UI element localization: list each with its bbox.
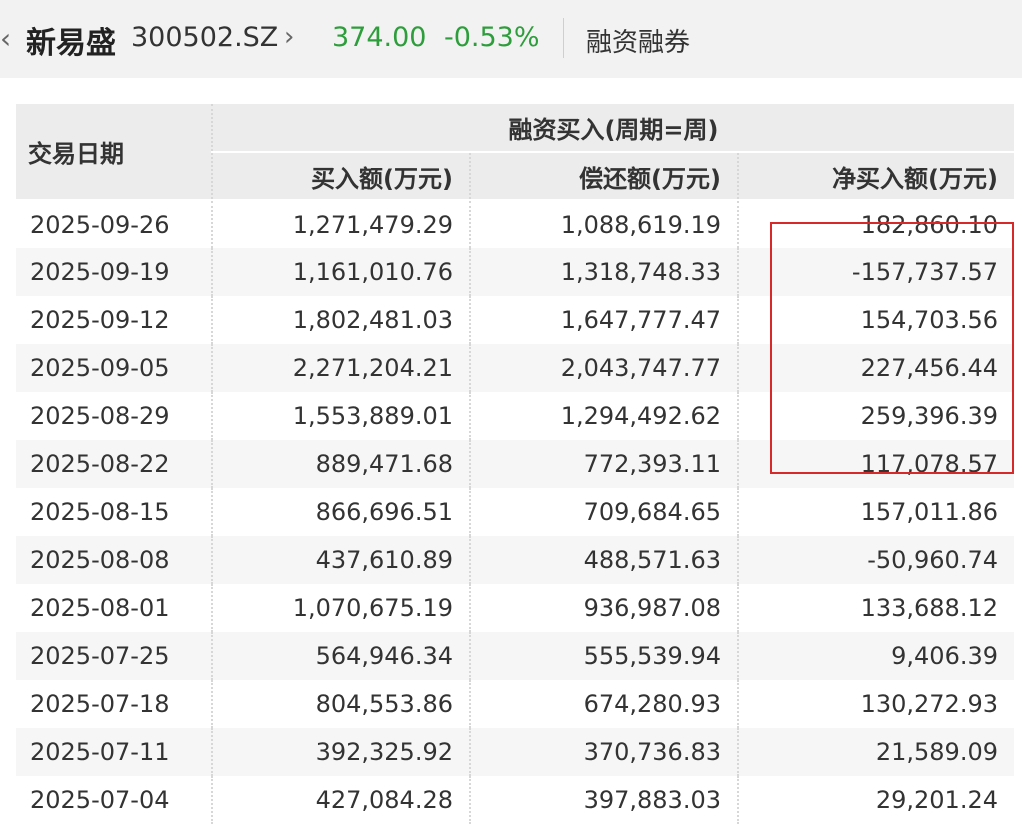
net-buy-amount-cell: 259,396.39: [737, 392, 1014, 440]
net-buy-amount-cell: 182,860.10: [737, 200, 1014, 248]
table-row[interactable]: 2025-07-11 392,325.92 370,736.83 21,589.09: [16, 728, 1014, 776]
margin-table-card: 交易日期 融资买入(周期=周) 买入额(万元) 偿还额(万元) 净买入额(万元)…: [0, 78, 1022, 824]
repay-amount-header[interactable]: 偿还额(万元): [469, 152, 738, 201]
buy-amount-cell: 866,696.51: [211, 488, 470, 536]
table-row[interactable]: 2025-09-26 1,271,479.29 1,088,619.19 182,86…: [16, 200, 1014, 248]
buy-amount-cell: 437,610.89: [211, 536, 470, 584]
margin-buy-group-header: 融资买入(周期=周): [211, 104, 1014, 153]
buy-amount-cell: 2,271,204.21: [211, 344, 470, 392]
trade-date-cell: 2025-09-19: [16, 248, 212, 296]
trade-date-cell: 2025-07-25: [16, 632, 212, 680]
net-buy-amount-header[interactable]: 净买入额(万元): [737, 152, 1014, 201]
net-buy-amount-cell: 21,589.09: [737, 728, 1014, 776]
table-row[interactable]: 2025-08-15 866,696.51 709,684.65 157,011.86: [16, 488, 1014, 536]
repay-amount-cell: 2,043,747.77: [469, 344, 738, 392]
stock-header: ‹ 新易盛 300502.SZ › 374.00 -0.53% 融资融券: [0, 0, 1022, 78]
buy-amount-cell: 564,946.34: [211, 632, 470, 680]
table-row[interactable]: 2025-09-19 1,161,010.76 1,318,748.33 -157,7…: [16, 248, 1014, 296]
net-buy-amount-cell: 227,456.44: [737, 344, 1014, 392]
margin-buy-table: 交易日期 融资买入(周期=周) 买入额(万元) 偿还额(万元) 净买入额(万元)…: [16, 104, 1014, 824]
table-row[interactable]: 2025-09-05 2,271,204.21 2,043,747.77 227,45…: [16, 344, 1014, 392]
table-row[interactable]: 2025-08-29 1,553,889.01 1,294,492.62 259,39…: [16, 392, 1014, 440]
buy-amount-cell: 1,161,010.76: [211, 248, 470, 296]
repay-amount-cell: 709,684.65: [469, 488, 738, 536]
table-row[interactable]: 2025-07-25 564,946.34 555,539.94 9,406.39: [16, 632, 1014, 680]
net-buy-amount-cell: -157,737.57: [737, 248, 1014, 296]
net-buy-amount-cell: 117,078.57: [737, 440, 1014, 488]
repay-amount-cell: 1,088,619.19: [469, 200, 738, 248]
trade-date-cell: 2025-08-01: [16, 584, 212, 632]
net-buy-amount-cell: 133,688.12: [737, 584, 1014, 632]
chevron-left-icon[interactable]: ‹: [0, 22, 14, 55]
net-buy-amount-cell: 154,703.56: [737, 296, 1014, 344]
trade-date-cell: 2025-08-08: [16, 536, 212, 584]
repay-amount-cell: 1,294,492.62: [469, 392, 738, 440]
buy-amount-cell: 427,084.28: [211, 776, 470, 824]
trade-date-cell: 2025-08-29: [16, 392, 212, 440]
repay-amount-cell: 370,736.83: [469, 728, 738, 776]
margin-trading-tab[interactable]: 融资融券: [586, 22, 690, 59]
net-buy-amount-cell: 29,201.24: [737, 776, 1014, 824]
buy-amount-cell: 1,070,675.19: [211, 584, 470, 632]
trade-date-cell: 2025-08-15: [16, 488, 212, 536]
repay-amount-cell: 1,647,777.47: [469, 296, 738, 344]
buy-amount-cell: 804,553.86: [211, 680, 470, 728]
price-change: -0.53%: [444, 22, 540, 53]
net-buy-amount-cell: 157,011.86: [737, 488, 1014, 536]
buy-amount-cell: 1,802,481.03: [211, 296, 470, 344]
table-row[interactable]: 2025-08-22 889,471.68 772,393.11 117,078.57: [16, 440, 1014, 488]
table-row[interactable]: 2025-09-12 1,802,481.03 1,647,777.47 154,70…: [16, 296, 1014, 344]
net-buy-amount-cell: -50,960.74: [737, 536, 1014, 584]
repay-amount-cell: 1,318,748.33: [469, 248, 738, 296]
repay-amount-cell: 772,393.11: [469, 440, 738, 488]
stock-price: 374.00: [332, 22, 427, 53]
buy-amount-cell: 1,553,889.01: [211, 392, 470, 440]
table-row[interactable]: 2025-08-08 437,610.89 488,571.63 -50,960.74: [16, 536, 1014, 584]
stock-name: 新易盛: [26, 26, 116, 61]
date-column-header[interactable]: 交易日期: [16, 104, 212, 201]
trade-date-cell: 2025-07-11: [16, 728, 212, 776]
repay-amount-cell: 555,539.94: [469, 632, 738, 680]
buy-amount-cell: 1,271,479.29: [211, 200, 470, 248]
repay-amount-cell: 397,883.03: [469, 776, 738, 824]
trade-date-cell: 2025-07-18: [16, 680, 212, 728]
table-row[interactable]: 2025-07-04 427,084.28 397,883.03 29,201.24: [16, 776, 1014, 824]
trade-date-cell: 2025-08-22: [16, 440, 212, 488]
trade-date-cell: 2025-07-04: [16, 776, 212, 824]
repay-amount-cell: 488,571.63: [469, 536, 738, 584]
buy-amount-header[interactable]: 买入额(万元): [211, 152, 470, 201]
header-divider: [563, 18, 564, 58]
chevron-right-icon[interactable]: ›: [284, 22, 294, 52]
repay-amount-cell: 674,280.93: [469, 680, 738, 728]
net-buy-amount-cell: 130,272.93: [737, 680, 1014, 728]
stock-code: 300502.SZ: [131, 22, 279, 53]
buy-amount-cell: 392,325.92: [211, 728, 470, 776]
table-row[interactable]: 2025-07-18 804,553.86 674,280.93 130,272.93: [16, 680, 1014, 728]
trade-date-cell: 2025-09-05: [16, 344, 212, 392]
buy-amount-cell: 889,471.68: [211, 440, 470, 488]
net-buy-amount-cell: 9,406.39: [737, 632, 1014, 680]
trade-date-cell: 2025-09-26: [16, 200, 212, 248]
repay-amount-cell: 936,987.08: [469, 584, 738, 632]
trade-date-cell: 2025-09-12: [16, 296, 212, 344]
table-row[interactable]: 2025-08-01 1,070,675.19 936,987.08 133,688.…: [16, 584, 1014, 632]
